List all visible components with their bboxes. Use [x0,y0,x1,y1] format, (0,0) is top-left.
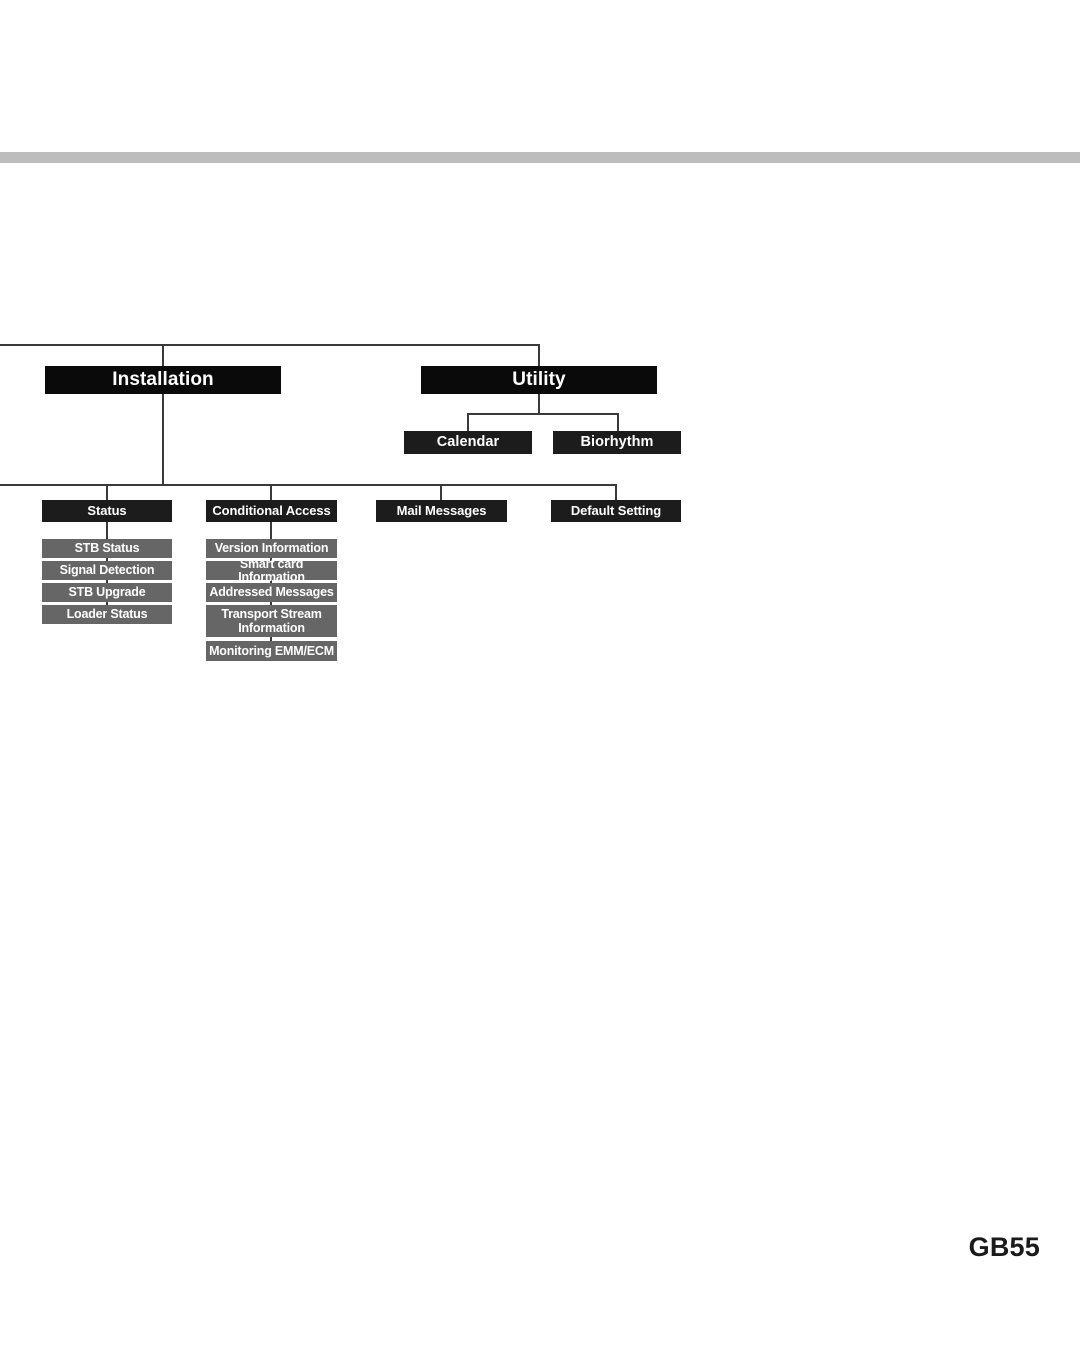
connector-utility-to-calendar [467,413,469,431]
leaf-version-information-label: Version Information [214,541,329,555]
node-installation[interactable]: Installation [45,366,281,394]
node-mail-messages[interactable]: Mail Messages [376,500,507,522]
node-biorhythm-label: Biorhythm [580,433,654,450]
leaf-stb-status-label: STB Status [74,541,140,555]
connector-second-bus [0,484,617,486]
connector-bus-to-status [106,484,108,500]
node-default-setting-label: Default Setting [570,503,662,519]
leaf-monitoring-emm-ecm[interactable]: Monitoring EMM/ECM [206,641,337,661]
connector-bus-to-mail-messages [440,484,442,500]
leaf-signal-detection[interactable]: Signal Detection [42,561,172,580]
header-rule [0,152,1080,163]
leaf-smart-card-information[interactable]: Smart card Information [206,557,337,583]
leaf-stb-upgrade-label: STB Upgrade [68,585,146,599]
leaf-signal-detection-label: Signal Detection [59,563,155,577]
leaf-stb-status[interactable]: STB Status [42,539,172,558]
connector-bus-to-conditional-access [270,484,272,500]
node-utility-label: Utility [512,369,566,391]
connector-bus-to-default-setting [615,484,617,500]
leaf-smart-card-information-label: Smart card Information [238,556,305,584]
node-calendar[interactable]: Calendar [404,431,532,454]
connector-installation-spine [162,394,164,485]
connector-utility-spine [538,394,540,413]
menu-tree-diagram: Installation Utility Calendar Biorhythm … [0,330,1080,690]
leaf-transport-stream-information[interactable]: Transport Stream Information [206,605,337,637]
connector-utility-to-biorhythm [617,413,619,431]
leaf-stb-upgrade[interactable]: STB Upgrade [42,583,172,602]
connector-utility-children-bus [467,413,619,415]
node-default-setting[interactable]: Default Setting [551,500,681,522]
leaf-loader-status[interactable]: Loader Status [42,605,172,624]
leaf-loader-status-label: Loader Status [66,607,148,621]
node-conditional-access[interactable]: Conditional Access [206,500,337,522]
connector-top-to-utility [538,344,540,367]
node-installation-label: Installation [112,369,214,391]
leaf-monitoring-emm-ecm-label: Monitoring EMM/ECM [209,643,334,658]
leaf-addressed-messages[interactable]: Addressed Messages [206,583,337,602]
leaf-transport-stream-information-label: Transport Stream Information [221,607,322,635]
leaf-version-information[interactable]: Version Information [206,539,337,558]
node-biorhythm[interactable]: Biorhythm [553,431,681,454]
node-status-label: Status [87,503,127,519]
page-number: GB55 [968,1232,1040,1262]
leaf-addressed-messages-label: Addressed Messages [209,585,334,599]
connector-top-bus [0,344,540,346]
node-calendar-label: Calendar [436,433,500,450]
connector-top-to-installation [162,344,164,368]
node-conditional-access-label: Conditional Access [212,503,331,519]
node-status[interactable]: Status [42,500,172,522]
node-utility[interactable]: Utility [421,366,657,394]
node-mail-messages-label: Mail Messages [396,503,487,519]
